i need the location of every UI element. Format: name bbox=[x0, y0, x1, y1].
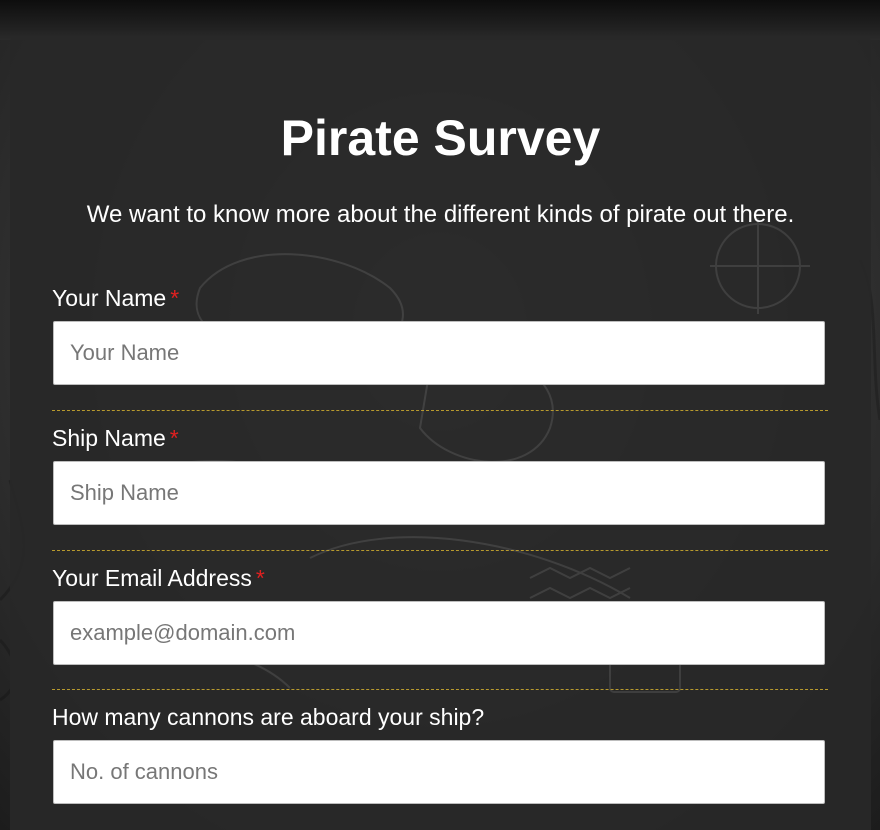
cannons-label: How many cannons are aboard your ship? bbox=[52, 704, 485, 730]
ship-name-label: Ship Name * bbox=[52, 425, 179, 451]
cannons-input[interactable] bbox=[53, 740, 825, 804]
your-name-label: Your Name * bbox=[52, 285, 180, 311]
your-name-input[interactable] bbox=[53, 321, 825, 385]
your-name-field-group: Your Name * bbox=[52, 284, 828, 385]
field-divider bbox=[52, 689, 828, 690]
required-marker: * bbox=[255, 565, 265, 591]
ship-name-field-group: Ship Name * bbox=[52, 424, 828, 525]
field-divider bbox=[52, 550, 828, 551]
form-description: We want to know more about the different… bbox=[86, 201, 795, 228]
required-marker: * bbox=[170, 285, 180, 311]
email-label: Your Email Address * bbox=[52, 565, 265, 591]
email-field-group: Your Email Address * bbox=[52, 564, 828, 665]
page-title: Pirate Survey bbox=[280, 110, 601, 166]
survey-form-panel: Pirate Survey We want to know more about… bbox=[10, 38, 871, 830]
email-input[interactable] bbox=[53, 601, 825, 665]
required-marker: * bbox=[169, 425, 179, 451]
field-divider bbox=[52, 410, 828, 411]
cannons-field-group: How many cannons are aboard your ship? bbox=[52, 703, 828, 804]
ship-name-input[interactable] bbox=[53, 461, 825, 525]
